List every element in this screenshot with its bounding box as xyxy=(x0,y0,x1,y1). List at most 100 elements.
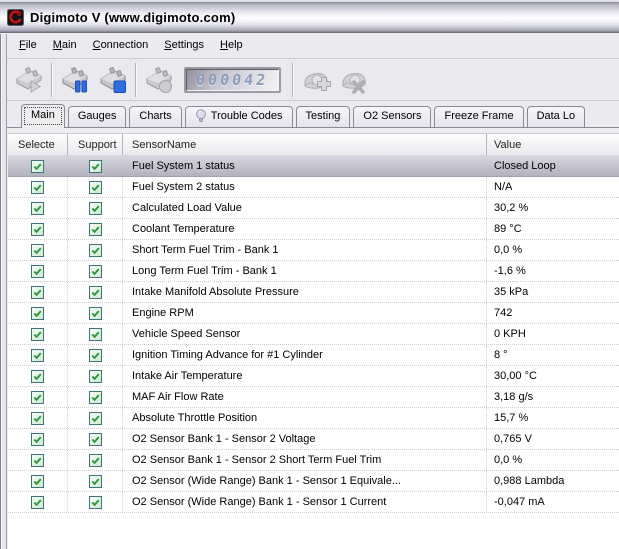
sensor-name: Ignition Timing Advance for #1 Cylinder xyxy=(123,345,487,365)
sensor-name: Vehicle Speed Sensor xyxy=(123,324,487,344)
tab-label: Freeze Frame xyxy=(444,110,514,122)
supported-checkbox[interactable] xyxy=(88,222,102,236)
menu-main[interactable]: Main xyxy=(45,35,85,56)
connector-remove-icon xyxy=(338,65,370,95)
table-row[interactable]: Short Term Fuel Trim - Bank 1 0,0 % xyxy=(8,240,619,261)
tab-label: Data Lo xyxy=(536,110,576,122)
supported-checkbox[interactable] xyxy=(88,201,102,215)
table-row[interactable]: Ignition Timing Advance for #1 Cylinder … xyxy=(8,345,619,366)
obd-connector-pause-icon xyxy=(59,65,91,95)
table-row[interactable]: O2 Sensor (Wide Range) Bank 1 - Sensor 1… xyxy=(8,492,619,513)
selected-checkbox[interactable] xyxy=(31,390,44,404)
table-row[interactable]: MAF Air Flow Rate 3,18 g/s xyxy=(8,387,619,408)
start-logging-button[interactable] xyxy=(10,62,47,98)
selected-checkbox[interactable] xyxy=(31,159,44,173)
table-row[interactable]: Calculated Load Value 30,2 % xyxy=(8,198,619,219)
table-row[interactable]: O2 Sensor (Wide Range) Bank 1 - Sensor 1… xyxy=(8,471,619,492)
stop-logging-button[interactable] xyxy=(94,62,131,98)
sensor-name: MAF Air Flow Rate xyxy=(123,387,487,407)
table-row[interactable]: Long Term Fuel Trim - Bank 1 -1,6 % xyxy=(8,261,619,282)
connect-button[interactable] xyxy=(297,62,334,98)
tab-data-lo[interactable]: Data Lo xyxy=(526,106,586,127)
supported-checkbox[interactable] xyxy=(88,453,102,467)
table-row[interactable]: O2 Sensor Bank 1 - Sensor 2 Voltage 0,76… xyxy=(8,429,619,450)
tab-freeze-frame[interactable]: Freeze Frame xyxy=(434,106,524,127)
supported-checkbox[interactable] xyxy=(88,180,102,194)
sensor-value: 0,765 V xyxy=(494,433,532,445)
menu-file[interactable]: File xyxy=(11,35,45,56)
tab-label: Testing xyxy=(305,110,341,122)
tab-gauges[interactable]: Gauges xyxy=(67,106,127,127)
menu-connection[interactable]: Connection xyxy=(85,35,157,56)
pause-logging-button[interactable] xyxy=(56,62,93,98)
selected-checkbox[interactable] xyxy=(31,180,44,194)
sensor-value: 30,2 % xyxy=(494,202,529,214)
sensor-name: O2 Sensor Bank 1 - Sensor 2 Short Term F… xyxy=(123,450,487,470)
menu-help[interactable]: Help xyxy=(212,35,251,56)
supported-checkbox[interactable] xyxy=(88,285,102,299)
table-row[interactable]: Fuel System 2 status N/A xyxy=(8,177,619,198)
sensor-value: Closed Loop xyxy=(494,160,556,172)
table-row[interactable]: Vehicle Speed Sensor 0 KPH xyxy=(8,324,619,345)
toolbar-group-logging xyxy=(10,62,47,98)
selected-checkbox[interactable] xyxy=(31,369,44,383)
column-header-supported[interactable]: Support xyxy=(68,134,123,155)
selected-checkbox[interactable] xyxy=(31,285,44,299)
tab-testing[interactable]: Testing xyxy=(295,106,351,127)
menu-settings[interactable]: Settings xyxy=(156,35,212,56)
supported-checkbox[interactable] xyxy=(88,306,102,320)
tab-main[interactable]: Main xyxy=(21,104,65,128)
table-row[interactable]: Intake Air Temperature 30,00 °C xyxy=(8,366,619,387)
supported-checkbox[interactable] xyxy=(88,243,102,257)
tab-label: Gauges xyxy=(77,110,117,122)
supported-checkbox[interactable] xyxy=(88,327,102,341)
window-title: Digimoto V (www.digimoto.com) xyxy=(30,9,236,25)
table-row[interactable]: Coolant Temperature 89 °C xyxy=(8,219,619,240)
supported-checkbox[interactable] xyxy=(88,348,102,362)
title-bar[interactable]: Digimoto V (www.digimoto.com) xyxy=(0,2,619,33)
column-header-selected[interactable]: Selecte xyxy=(8,134,68,155)
selected-checkbox[interactable] xyxy=(31,243,44,257)
selected-checkbox[interactable] xyxy=(31,453,44,467)
table-row[interactable]: O2 Sensor Bank 1 - Sensor 2 Short Term F… xyxy=(8,450,619,471)
digimoto-logo-icon xyxy=(7,8,24,26)
toolbar-separator xyxy=(51,63,52,97)
column-header-value[interactable]: Value xyxy=(487,134,619,155)
sample-counter-screen: 000042 xyxy=(186,69,279,91)
selected-checkbox[interactable] xyxy=(31,264,44,278)
table-row[interactable]: Intake Manifold Absolute Pressure 35 kPa xyxy=(8,282,619,303)
sensor-name: O2 Sensor (Wide Range) Bank 1 - Sensor 1… xyxy=(123,492,487,512)
table-row[interactable]: Engine RPM 742 xyxy=(8,303,619,324)
sensor-value: 30,00 °C xyxy=(494,370,537,382)
selected-checkbox[interactable] xyxy=(31,327,44,341)
tab-o2-sensors[interactable]: O2 Sensors xyxy=(353,106,432,127)
selected-checkbox[interactable] xyxy=(31,432,44,446)
supported-checkbox[interactable] xyxy=(88,474,102,488)
supported-checkbox[interactable] xyxy=(88,159,102,173)
selected-checkbox[interactable] xyxy=(31,474,44,488)
selected-checkbox[interactable] xyxy=(31,201,44,215)
supported-checkbox[interactable] xyxy=(88,390,102,404)
column-header-sensorname[interactable]: SensorName xyxy=(123,134,487,155)
disconnect-button[interactable] xyxy=(335,62,372,98)
selected-checkbox[interactable] xyxy=(31,348,44,362)
selected-checkbox[interactable] xyxy=(31,495,44,509)
table-row[interactable]: Absolute Throttle Position 15,7 % xyxy=(8,408,619,429)
tab-charts[interactable]: Charts xyxy=(129,106,182,127)
sensor-value: N/A xyxy=(494,181,513,193)
tab-label: Charts xyxy=(139,110,172,122)
supported-checkbox[interactable] xyxy=(88,411,102,425)
record-button[interactable] xyxy=(140,62,177,98)
supported-checkbox[interactable] xyxy=(88,495,102,509)
selected-checkbox[interactable] xyxy=(31,306,44,320)
selected-checkbox[interactable] xyxy=(31,222,44,236)
supported-checkbox[interactable] xyxy=(88,264,102,278)
tab-trouble-codes[interactable]: Trouble Codes xyxy=(184,106,293,127)
selected-checkbox[interactable] xyxy=(31,411,44,425)
sensor-value: 0,0 % xyxy=(494,244,523,256)
supported-checkbox[interactable] xyxy=(88,432,102,446)
table-row[interactable]: Fuel System 1 status Closed Loop xyxy=(8,156,619,177)
supported-checkbox[interactable] xyxy=(88,369,102,383)
sensor-name: Intake Air Temperature xyxy=(123,366,487,386)
toolbar-group-connection xyxy=(297,62,372,98)
